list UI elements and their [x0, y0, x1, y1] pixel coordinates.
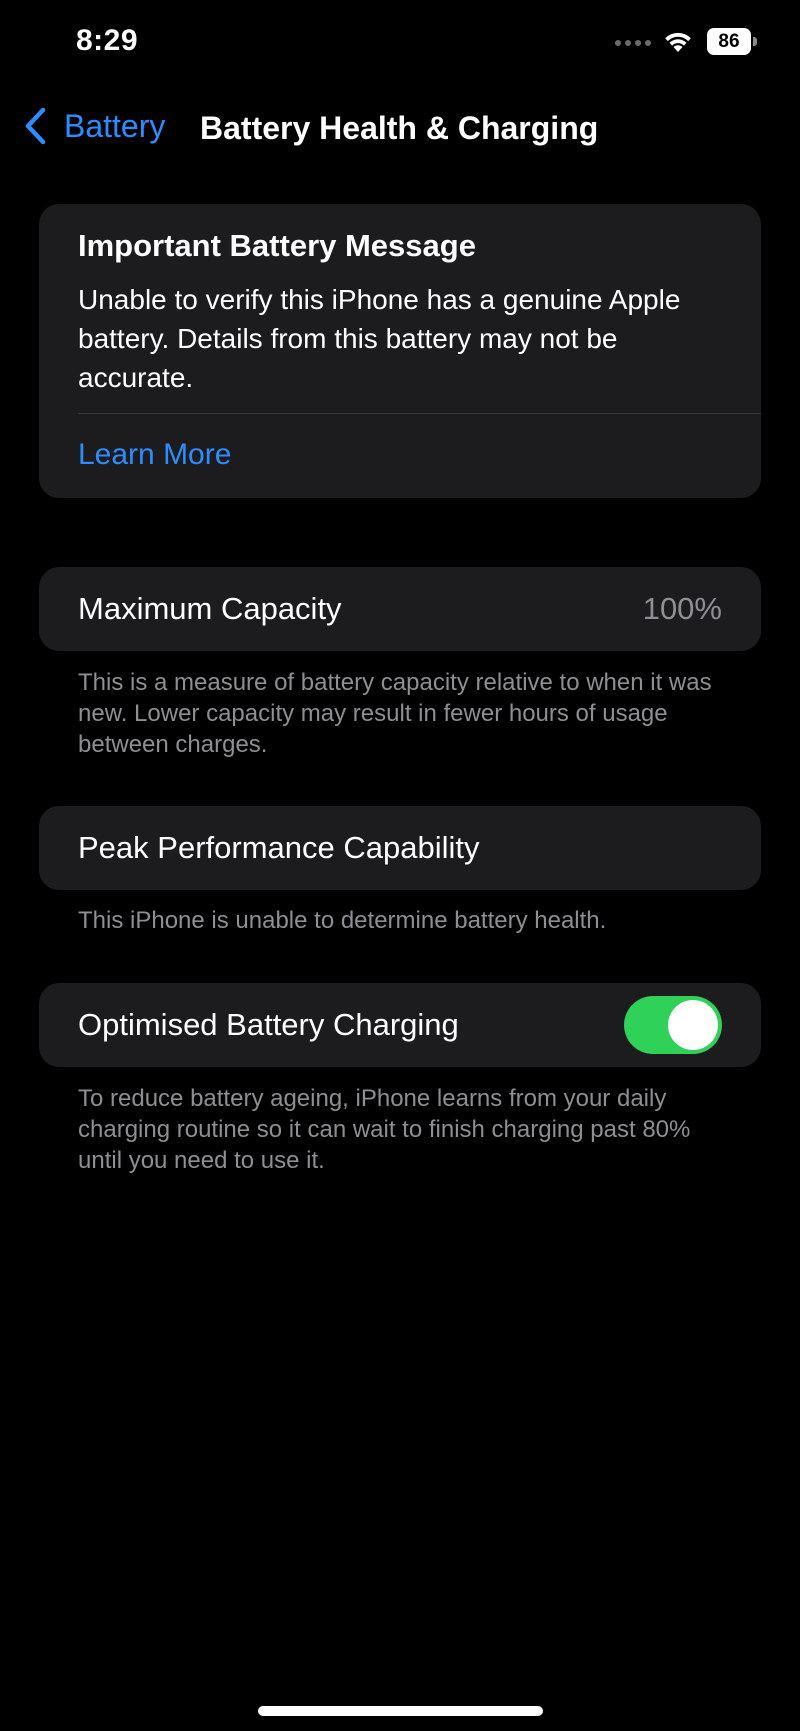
optimised-charging-label: Optimised Battery Charging — [78, 1007, 459, 1042]
optimised-charging-row: Optimised Battery Charging — [39, 983, 761, 1067]
battery-level: 86 — [718, 31, 740, 52]
signal-dots-icon — [615, 40, 651, 46]
home-indicator[interactable] — [258, 1706, 543, 1716]
divider — [78, 413, 761, 414]
peak-performance-row: Peak Performance Capability — [39, 806, 761, 890]
maximum-capacity-footnote: This is a measure of battery capacity re… — [78, 669, 712, 758]
wifi-icon — [665, 32, 691, 52]
maximum-capacity-row: Maximum Capacity 100% — [39, 567, 761, 651]
chevron-left-icon — [25, 107, 46, 145]
learn-more-link[interactable]: Learn More — [78, 438, 231, 472]
message-title: Important Battery Message — [78, 228, 476, 263]
toggle-knob — [668, 1000, 718, 1050]
optimised-charging-footnote: To reduce battery ageing, iPhone learns … — [78, 1085, 691, 1174]
battery-icon: 86 — [707, 28, 759, 55]
maximum-capacity-label: Maximum Capacity — [78, 591, 342, 626]
back-label: Battery — [64, 107, 166, 144]
peak-performance-footnote: This iPhone is unable to determine batte… — [78, 907, 607, 934]
page-title: Battery Health & Charging — [200, 110, 599, 146]
status-bar: 8:29 86 — [0, 0, 800, 90]
maximum-capacity-value: 100% — [642, 591, 722, 626]
optimised-charging-toggle[interactable] — [624, 996, 722, 1054]
peak-performance-label: Peak Performance Capability — [78, 830, 480, 865]
battery-cap — [753, 37, 757, 46]
battery-body: 86 — [707, 28, 751, 55]
navigation-bar: Battery Battery Health & Charging — [0, 100, 800, 158]
battery-message-card: Important Battery Message Unable to veri… — [39, 204, 761, 498]
back-button[interactable]: Battery — [22, 106, 165, 146]
status-time: 8:29 — [76, 24, 139, 57]
message-body: Unable to verify this iPhone has a genui… — [78, 284, 681, 393]
